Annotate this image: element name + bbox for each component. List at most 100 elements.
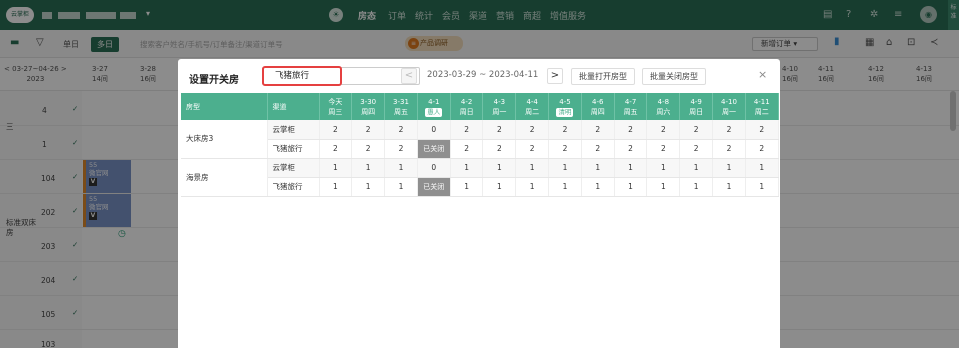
header-date: 4-4 周二 xyxy=(515,93,550,120)
availability-cell[interactable]: 1 xyxy=(712,177,746,197)
channel-name: 云掌柜 xyxy=(267,120,320,140)
availability-cell[interactable]: 2 xyxy=(679,120,714,140)
availability-cell[interactable]: 2 xyxy=(351,139,386,159)
availability-cell[interactable]: 0 xyxy=(417,120,451,140)
header-date-label: 4-1 xyxy=(428,97,440,106)
header-date-label: 今天 xyxy=(328,97,343,106)
availability-cell[interactable]: 2 xyxy=(482,120,517,140)
closed-cell[interactable]: 已关闭 xyxy=(417,139,451,159)
header-date-label: 3-31 xyxy=(393,97,409,106)
table-row: 海景房 云掌柜 1 1 1 0 1 1 1 1 1 1 1 1 1 1 xyxy=(181,158,779,197)
availability-cell[interactable]: 1 xyxy=(745,158,779,178)
header-date: 4-9 周日 xyxy=(679,93,714,120)
header-date: 4-6 周四 xyxy=(581,93,615,120)
channel-name: 飞猪旅行 xyxy=(267,139,320,159)
availability-cell[interactable]: 1 xyxy=(384,177,418,197)
availability-cell[interactable]: 1 xyxy=(351,158,386,178)
availability-cell[interactable]: 2 xyxy=(679,139,714,159)
availability-cell[interactable]: 1 xyxy=(515,158,550,178)
availability-cell[interactable]: 2 xyxy=(515,139,550,159)
availability-cell[interactable]: 1 xyxy=(646,177,681,197)
availability-cell[interactable]: 2 xyxy=(450,120,484,140)
header-weekday: 周五 xyxy=(623,107,638,116)
header-date: 3-30 周四 xyxy=(351,93,386,120)
availability-cell[interactable]: 1 xyxy=(712,158,746,178)
table-row: 飞猪旅行 1 1 1 已关闭 1 1 1 1 1 1 1 1 1 1 xyxy=(181,177,779,197)
availability-cell[interactable]: 2 xyxy=(646,139,681,159)
availability-cell[interactable]: 2 xyxy=(450,139,484,159)
availability-cell[interactable]: 1 xyxy=(482,158,517,178)
availability-cell[interactable]: 2 xyxy=(712,120,746,140)
availability-cell[interactable]: 1 xyxy=(581,177,615,197)
availability-cell[interactable]: 1 xyxy=(482,177,517,197)
closed-cell[interactable]: 已关闭 xyxy=(417,177,451,197)
availability-cell[interactable]: 2 xyxy=(614,120,648,140)
prev-period-button[interactable]: < xyxy=(401,68,417,84)
availability-cell[interactable]: 1 xyxy=(614,158,648,178)
availability-cell[interactable]: 2 xyxy=(614,139,648,159)
header-channel: 渠道 xyxy=(267,93,320,120)
highlight-box xyxy=(262,66,342,86)
availability-cell[interactable]: 1 xyxy=(679,158,714,178)
availability-cell[interactable]: 1 xyxy=(319,177,353,197)
header-date-label: 4-4 xyxy=(526,97,538,106)
availability-cell[interactable]: 2 xyxy=(745,139,779,159)
header-date-label: 4-5 xyxy=(559,97,571,106)
header-weekday: 周六 xyxy=(656,107,671,116)
header-date: 4-7 周五 xyxy=(614,93,648,120)
availability-cell[interactable]: 1 xyxy=(450,158,484,178)
header-date-label: 4-2 xyxy=(460,97,473,106)
header-weekday: 周二 xyxy=(754,107,769,116)
modal-title: 设置开关房 xyxy=(189,75,239,86)
close-icon[interactable]: × xyxy=(758,68,767,81)
table-row: 大床房3 云掌柜 2 2 2 0 2 2 2 2 2 2 2 2 2 2 xyxy=(181,120,779,159)
availability-cell[interactable]: 2 xyxy=(319,120,353,140)
availability-cell[interactable]: 2 xyxy=(646,120,681,140)
batch-close-button[interactable]: 批量关闭房型 xyxy=(642,68,706,85)
availability-cell[interactable]: 1 xyxy=(745,177,779,197)
availability-cell[interactable]: 2 xyxy=(482,139,517,159)
availability-cell[interactable]: 0 xyxy=(417,158,451,178)
availability-cell[interactable]: 1 xyxy=(319,158,353,178)
availability-cell[interactable]: 1 xyxy=(548,158,582,178)
availability-cell[interactable]: 2 xyxy=(384,139,418,159)
header-weekday: 清明 xyxy=(556,107,574,117)
room-channel-table: 房型 渠道 今天 周三 3-30 周四 3-31 周五 4-1 愚人 4-2 周日 4-3 周一 4-4 周二… xyxy=(181,93,779,197)
availability-cell[interactable]: 1 xyxy=(646,158,681,178)
header-date: 3-31 周五 xyxy=(384,93,418,120)
header-weekday: 愚人 xyxy=(425,107,443,117)
availability-cell[interactable]: 2 xyxy=(351,120,386,140)
header-date: 4-10 周一 xyxy=(712,93,746,120)
header-date: 4-2 周日 xyxy=(450,93,484,120)
availability-cell[interactable]: 2 xyxy=(745,120,779,140)
header-date: 4-3 周一 xyxy=(482,93,517,120)
availability-cell[interactable]: 2 xyxy=(548,139,582,159)
availability-cell[interactable]: 2 xyxy=(712,139,746,159)
availability-cell[interactable]: 2 xyxy=(384,120,418,140)
header-weekday: 周日 xyxy=(459,107,474,116)
room-type-name: 海景房 xyxy=(181,158,268,197)
availability-cell[interactable]: 2 xyxy=(548,120,582,140)
availability-cell[interactable]: 2 xyxy=(319,139,353,159)
availability-cell[interactable]: 1 xyxy=(384,158,418,178)
availability-cell[interactable]: 1 xyxy=(614,177,648,197)
header-date-label: 4-3 xyxy=(493,97,506,106)
availability-cell[interactable]: 1 xyxy=(450,177,484,197)
availability-cell[interactable]: 2 xyxy=(581,139,615,159)
availability-cell[interactable]: 1 xyxy=(351,177,386,197)
date-range: 2023-03-29 ~ 2023-04-11 xyxy=(427,70,539,80)
header-date-label: 4-6 xyxy=(592,97,604,106)
availability-cell[interactable]: 1 xyxy=(581,158,615,178)
header-weekday: 周一 xyxy=(721,107,736,116)
next-period-button[interactable]: > xyxy=(547,68,563,84)
availability-cell[interactable]: 2 xyxy=(515,120,550,140)
availability-cell[interactable]: 1 xyxy=(515,177,550,197)
batch-open-button[interactable]: 批量打开房型 xyxy=(571,68,635,85)
availability-cell[interactable]: 2 xyxy=(581,120,615,140)
header-date-label: 4-7 xyxy=(624,97,637,106)
channel-name: 云掌柜 xyxy=(267,158,320,178)
header-weekday: 周日 xyxy=(689,107,704,116)
header-date: 4-1 愚人 xyxy=(417,93,451,120)
availability-cell[interactable]: 1 xyxy=(679,177,714,197)
availability-cell[interactable]: 1 xyxy=(548,177,582,197)
